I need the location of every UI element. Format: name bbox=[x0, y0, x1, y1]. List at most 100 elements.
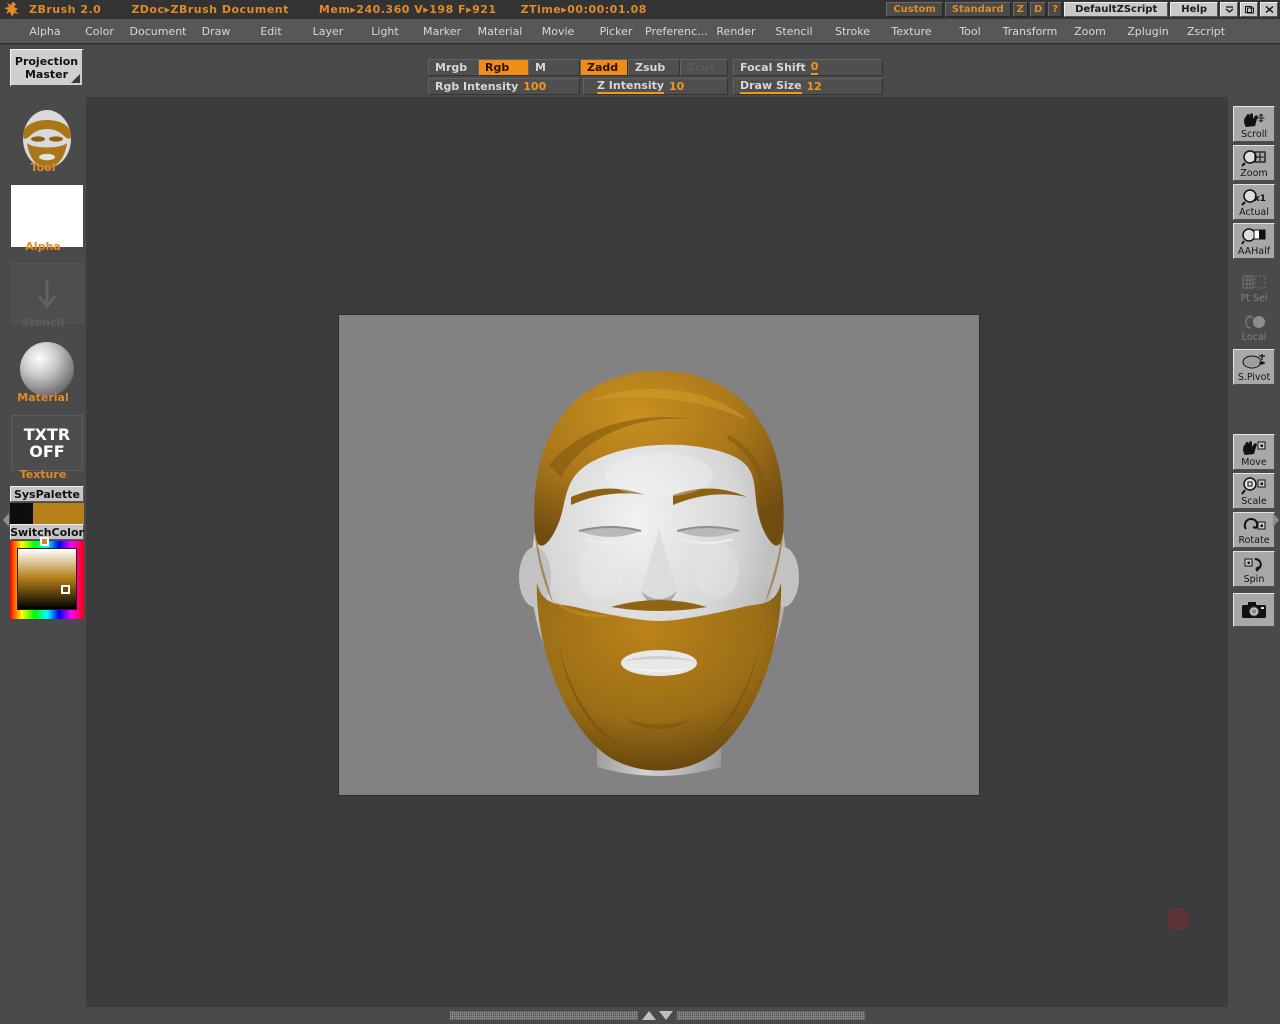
document-canvas[interactable] bbox=[339, 315, 979, 795]
bearded-head-sculpt[interactable] bbox=[339, 315, 979, 795]
menu-item-preferences[interactable]: Preferenc... bbox=[645, 23, 707, 40]
scroll-button[interactable]: Scroll bbox=[1233, 106, 1275, 142]
hand-move-icon bbox=[1241, 436, 1267, 458]
primary-color-swatch[interactable] bbox=[33, 503, 84, 524]
local-label: Local bbox=[1242, 333, 1267, 344]
z-intensity-slider[interactable]: Z Intensity 10 bbox=[583, 78, 728, 95]
help-question-button[interactable]: ? bbox=[1048, 2, 1062, 17]
zoom-label: Zoom bbox=[1240, 169, 1267, 180]
menu-item-render[interactable]: Render bbox=[707, 23, 765, 40]
collapse-right-icon[interactable] bbox=[1270, 507, 1280, 533]
menu-item-light[interactable]: Light bbox=[357, 23, 413, 40]
menu-item-layer[interactable]: Layer bbox=[299, 23, 357, 40]
memory-stats: Mem▸240.360 V▸198 F▸921 bbox=[319, 3, 497, 16]
m-button[interactable]: M bbox=[528, 59, 580, 76]
projection-master-line2: Master bbox=[11, 68, 82, 81]
menu-item-stencil[interactable]: Stencil bbox=[765, 23, 823, 40]
camera-button[interactable] bbox=[1233, 593, 1275, 627]
hue-marker[interactable] bbox=[40, 537, 49, 546]
menu-item-tool[interactable]: Tool bbox=[941, 23, 999, 40]
spin-label: Spin bbox=[1244, 575, 1265, 586]
menu-item-transform[interactable]: Transform bbox=[999, 23, 1061, 40]
aahalf-label: AAHalf bbox=[1238, 247, 1270, 258]
z-intensity-value: 10 bbox=[669, 80, 684, 93]
scroll-track-right[interactable] bbox=[677, 1011, 865, 1020]
svg-text:x1: x1 bbox=[1254, 194, 1266, 204]
grid-point-select-icon bbox=[1241, 272, 1267, 294]
menu-bar: Alpha Color Document Draw Edit Layer Lig… bbox=[0, 19, 1280, 44]
rgb-intensity-slider[interactable]: Rgb Intensity 100 bbox=[428, 78, 580, 95]
pt-sel-button[interactable]: Pt Sel bbox=[1233, 269, 1275, 305]
zbrush-window: ZBrush 2.0 ZDoc▸ZBrush Document Mem▸240.… bbox=[0, 0, 1280, 1024]
hand-scroll-icon bbox=[1241, 108, 1267, 130]
collapse-left-icon[interactable] bbox=[1, 507, 11, 533]
texture-thumbnail[interactable]: TXTR OFF bbox=[11, 415, 83, 471]
app-title: ZBrush 2.0 bbox=[29, 3, 101, 16]
spin-arrow-icon bbox=[1241, 553, 1267, 575]
menu-item-picker[interactable]: Picker bbox=[587, 23, 645, 40]
scroll-down-icon[interactable] bbox=[658, 1010, 674, 1021]
bottom-scroll-strip[interactable] bbox=[86, 1007, 1228, 1024]
close-button[interactable] bbox=[1260, 2, 1278, 17]
scroll-arrows[interactable] bbox=[641, 1010, 674, 1021]
zscript-field[interactable]: DefaultZScript bbox=[1064, 2, 1168, 17]
menu-item-zoom[interactable]: Zoom bbox=[1061, 23, 1119, 40]
zsub-button[interactable]: Zsub bbox=[628, 59, 680, 76]
menu-item-edit[interactable]: Edit bbox=[243, 23, 299, 40]
rgb-button[interactable]: Rgb bbox=[478, 59, 530, 76]
menu-item-zscript[interactable]: Zscript bbox=[1177, 23, 1235, 40]
brush-cursor-ring bbox=[1166, 907, 1190, 935]
actual-button[interactable]: x1 Actual bbox=[1233, 184, 1275, 220]
draw-size-value: 12 bbox=[807, 80, 822, 93]
syspalette-button[interactable]: SysPalette bbox=[10, 486, 84, 502]
local-button[interactable]: Local bbox=[1233, 308, 1275, 344]
draw-size-slider[interactable]: Draw Size 12 bbox=[733, 78, 883, 95]
canvas-area[interactable] bbox=[86, 101, 1228, 1007]
menu-item-texture[interactable]: Texture bbox=[882, 23, 941, 40]
scroll-label: Scroll bbox=[1241, 130, 1267, 141]
standard-button[interactable]: Standard bbox=[945, 2, 1011, 17]
restore-button[interactable] bbox=[1240, 2, 1258, 17]
scroll-track-left[interactable] bbox=[450, 1011, 638, 1020]
focal-shift-value: 0 bbox=[811, 60, 819, 75]
color-swatches[interactable] bbox=[10, 503, 84, 524]
menu-item-marker[interactable]: Marker bbox=[413, 23, 471, 40]
minimize-button[interactable] bbox=[1220, 2, 1238, 17]
s-pivot-button[interactable]: S.Pivot bbox=[1233, 349, 1275, 385]
color-picker-field[interactable] bbox=[18, 549, 76, 609]
zoom-button[interactable]: Zoom bbox=[1233, 145, 1275, 181]
d-button[interactable]: D bbox=[1030, 2, 1046, 17]
rgb-intensity-label: Rgb Intensity bbox=[435, 80, 518, 93]
move-tool-button[interactable]: Move bbox=[1233, 434, 1275, 470]
custom-button[interactable]: Custom bbox=[886, 2, 942, 17]
scale-tool-button[interactable]: Scale bbox=[1233, 473, 1275, 509]
alpha-thumbnail[interactable] bbox=[11, 185, 83, 247]
texture-off-line1: TXTR bbox=[24, 426, 70, 443]
zadd-button[interactable]: Zadd bbox=[580, 59, 628, 76]
menu-item-color[interactable]: Color bbox=[72, 23, 127, 40]
color-picker[interactable] bbox=[10, 541, 84, 619]
sv-marker[interactable] bbox=[61, 585, 70, 594]
menu-item-document[interactable]: Document bbox=[127, 23, 189, 40]
ztime-stat: ZTime▸00:00:01.08 bbox=[521, 3, 647, 16]
stencil-label: Stencil bbox=[0, 316, 86, 329]
tool-label: Tool bbox=[0, 161, 86, 174]
secondary-color-swatch[interactable] bbox=[10, 503, 33, 524]
projection-master-button[interactable]: Projection Master bbox=[10, 49, 84, 87]
aahalf-button[interactable]: AAHalf bbox=[1233, 223, 1275, 259]
menu-item-stroke[interactable]: Stroke bbox=[823, 23, 882, 40]
menu-item-material[interactable]: Material bbox=[471, 23, 529, 40]
alpha-label: Alpha bbox=[0, 240, 86, 253]
material-thumbnail[interactable] bbox=[11, 340, 83, 398]
material-label: Material bbox=[0, 391, 86, 404]
scroll-up-icon[interactable] bbox=[641, 1010, 657, 1021]
spin-button[interactable]: Spin bbox=[1233, 551, 1275, 587]
menu-item-draw[interactable]: Draw bbox=[189, 23, 243, 40]
menu-item-movie[interactable]: Movie bbox=[529, 23, 587, 40]
help-button[interactable]: Help bbox=[1170, 2, 1218, 17]
menu-item-alpha[interactable]: Alpha bbox=[18, 23, 72, 40]
menu-item-zplugin[interactable]: Zplugin bbox=[1119, 23, 1177, 40]
rotate-tool-button[interactable]: Rotate bbox=[1233, 512, 1275, 548]
focal-shift-slider[interactable]: Focal Shift 0 bbox=[733, 59, 883, 76]
z-button[interactable]: Z bbox=[1013, 2, 1028, 17]
